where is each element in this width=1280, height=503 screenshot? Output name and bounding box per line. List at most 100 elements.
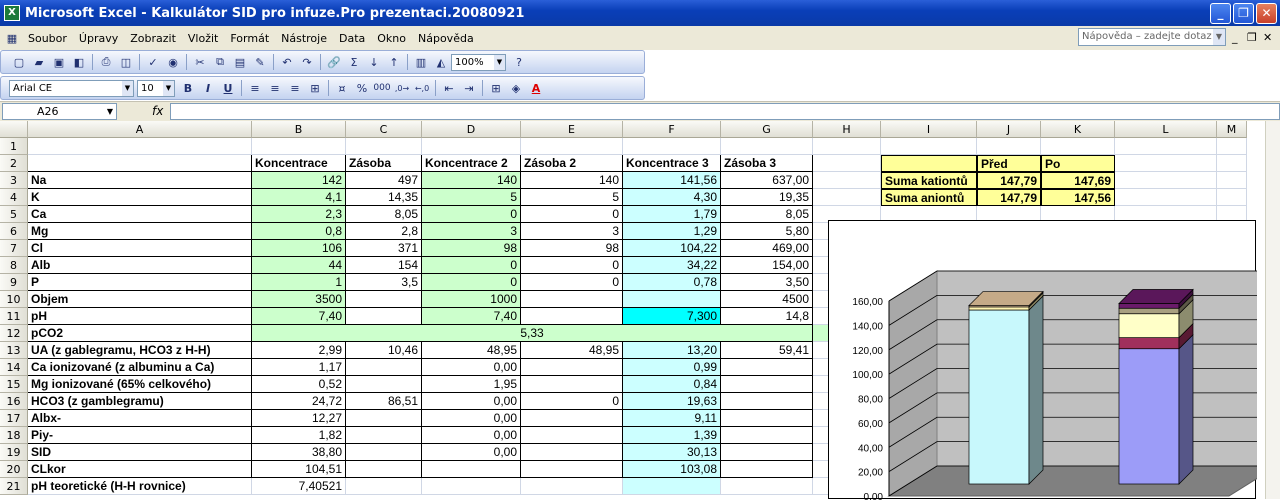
chevron-down-icon[interactable]: ▼ [163,80,174,96]
zoom-select[interactable]: 100% ▼ [451,53,506,71]
cell[interactable]: K [28,189,252,206]
cell[interactable]: 0 [422,206,521,223]
cell[interactable]: 5,80 [721,223,813,240]
help-search-input[interactable]: Nápověda – zadejte dotaz ▼ [1078,28,1226,46]
cell[interactable] [721,427,813,444]
cell[interactable]: 98 [521,240,623,257]
cell[interactable]: 141,56 [623,172,721,189]
cell[interactable] [521,138,623,155]
cell[interactable]: Na [28,172,252,189]
cell[interactable]: 9,11 [623,410,721,427]
cell[interactable]: 4,30 [623,189,721,206]
cell[interactable] [1217,189,1247,206]
sort-ascending-icon[interactable]: ↓ [364,53,384,71]
cell[interactable]: 0,00 [422,393,521,410]
cell[interactable]: 3 [422,223,521,240]
cell[interactable] [977,138,1041,155]
cell[interactable] [346,478,422,495]
summary-cell[interactable]: 147,69 [1041,172,1115,189]
column-header-f[interactable]: F [623,121,721,138]
cell[interactable]: 14,8 [721,308,813,325]
cell[interactable]: 0,00 [422,359,521,376]
cell[interactable]: Objem [28,291,252,308]
summary-cell[interactable]: Po [1041,155,1115,172]
cell[interactable]: 0,99 [623,359,721,376]
cell[interactable]: 3 [521,223,623,240]
cell[interactable]: 1 [252,274,346,291]
cell[interactable]: 104,22 [623,240,721,257]
decrease-indent-icon[interactable]: ⇤ [439,79,459,97]
cell[interactable] [252,138,346,155]
row-header-16[interactable]: 16 [0,393,28,410]
menu-upravy[interactable]: Úpravy [73,32,124,45]
summary-cell[interactable]: Před [977,155,1041,172]
row-header-20[interactable]: 20 [0,461,28,478]
merge-center-icon[interactable]: ⊞ [305,79,325,97]
summary-cell[interactable]: Suma aniontů [881,189,977,206]
menu-soubor[interactable]: Soubor [22,32,73,45]
cell[interactable]: 4,1 [252,189,346,206]
row-header-14[interactable]: 14 [0,359,28,376]
increase-indent-icon[interactable]: ⇥ [459,79,479,97]
align-center-icon[interactable]: ≡ [265,79,285,97]
cell[interactable]: 19,35 [721,189,813,206]
cell[interactable] [1115,172,1217,189]
cell[interactable]: SID [28,444,252,461]
copy-icon[interactable]: ⧉ [210,53,230,71]
cell[interactable]: 14,35 [346,189,422,206]
cell[interactable]: 0,00 [422,444,521,461]
doc-restore-button[interactable]: ❐ [1247,31,1257,44]
cell[interactable] [28,138,252,155]
cell[interactable]: Cl [28,240,252,257]
align-left-icon[interactable]: ≡ [245,79,265,97]
column-header-k[interactable]: K [1041,121,1115,138]
font-select[interactable]: Arial CE ▼ [9,79,134,97]
cell[interactable]: 0,52 [252,376,346,393]
cell[interactable]: 5 [422,189,521,206]
cell[interactable]: 106 [252,240,346,257]
cell[interactable]: 1000 [422,291,521,308]
cell[interactable] [813,155,881,172]
format-painter-icon[interactable]: ✎ [250,53,270,71]
sort-descending-icon[interactable]: ↑ [384,53,404,71]
cell[interactable]: 2,99 [252,342,346,359]
cell[interactable] [346,427,422,444]
cell[interactable]: 5,33 [252,325,813,342]
row-header-15[interactable]: 15 [0,376,28,393]
cell[interactable] [346,138,422,155]
column-header-e[interactable]: E [521,121,623,138]
cell[interactable]: 2,3 [252,206,346,223]
cell[interactable]: 497 [346,172,422,189]
formula-input[interactable] [170,103,1280,120]
cell[interactable]: 2,8 [346,223,422,240]
cell[interactable]: 48,95 [521,342,623,359]
cell[interactable] [1041,138,1115,155]
column-header-d[interactable]: D [422,121,521,138]
cell[interactable] [721,461,813,478]
cell[interactable]: 0 [521,257,623,274]
row-header-3[interactable]: 3 [0,172,28,189]
row-header-5[interactable]: 5 [0,206,28,223]
cell[interactable] [1217,138,1247,155]
cell[interactable]: Mg ionizované (65% celkového) [28,376,252,393]
cell[interactable]: 0 [521,274,623,291]
cell[interactable]: 140 [422,172,521,189]
cell[interactable]: 1,39 [623,427,721,444]
cell[interactable] [1217,172,1247,189]
cell[interactable]: 34,22 [623,257,721,274]
open-icon[interactable]: ▰ [29,53,49,71]
cell[interactable]: 371 [346,240,422,257]
cell[interactable] [721,478,813,495]
menu-format[interactable]: Formát [224,32,275,45]
align-right-icon[interactable]: ≡ [285,79,305,97]
summary-cell[interactable]: 147,79 [977,172,1041,189]
column-header-b[interactable]: B [252,121,346,138]
row-header-6[interactable]: 6 [0,223,28,240]
cell[interactable]: 3,5 [346,274,422,291]
currency-icon[interactable]: ¤ [332,79,352,97]
increase-decimal-icon[interactable]: ,0→ [392,79,412,97]
fill-color-icon[interactable]: ◈ [506,79,526,97]
function-icon[interactable]: fx [152,104,163,118]
cell[interactable] [521,308,623,325]
row-header-1[interactable]: 1 [0,138,28,155]
